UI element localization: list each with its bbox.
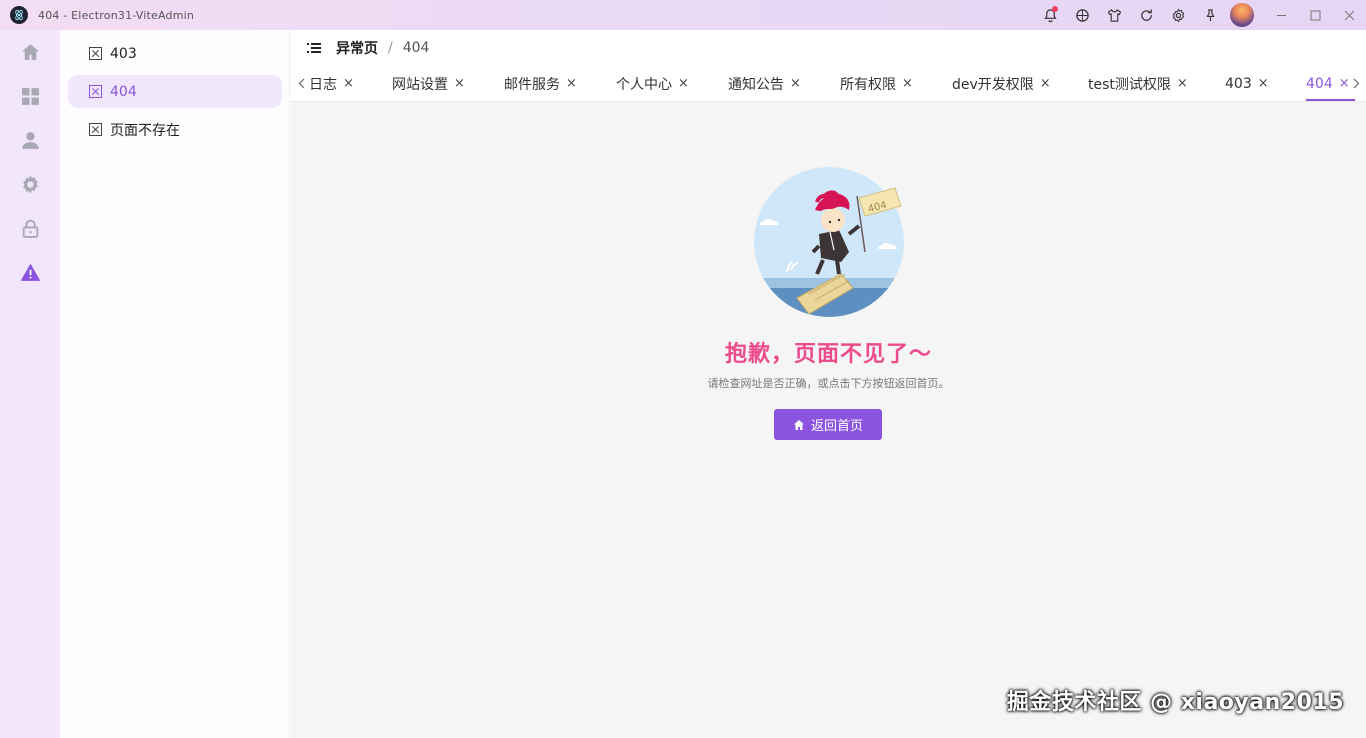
close-window-icon[interactable] xyxy=(1332,0,1366,30)
skin-shirt-icon[interactable] xyxy=(1098,0,1130,30)
notification-bell-icon[interactable] xyxy=(1034,0,1066,30)
submenu-item-page-not-found[interactable]: 页面不存在 xyxy=(68,113,282,146)
tab-label: test测试权限 xyxy=(1088,76,1171,93)
user-icon[interactable] xyxy=(0,118,60,162)
home-icon[interactable] xyxy=(0,30,60,74)
tab-test-permissions[interactable]: test测试权限 × xyxy=(1088,66,1188,101)
notification-dot xyxy=(1052,6,1058,12)
home-icon xyxy=(793,419,804,430)
tab-logs[interactable]: 日志 × xyxy=(309,66,354,101)
tab-announcements[interactable]: 通知公告 × xyxy=(728,66,801,101)
tab-mail-service[interactable]: 邮件服务 × xyxy=(504,66,577,101)
tab-close-icon[interactable]: × xyxy=(343,76,354,91)
tab-403[interactable]: 403 × xyxy=(1225,66,1269,101)
back-home-label: 返回首页 xyxy=(810,418,863,433)
tab-label: 个人中心 xyxy=(616,76,672,93)
tab-dev-permissions[interactable]: dev开发权限 × xyxy=(952,66,1051,101)
tab-label: 通知公告 xyxy=(728,76,784,93)
app-logo-icon xyxy=(10,6,28,24)
icon-rail xyxy=(0,30,60,738)
tab-profile[interactable]: 个人中心 × xyxy=(616,66,689,101)
tab-close-icon[interactable]: × xyxy=(1177,76,1188,91)
menu-fold-icon[interactable] xyxy=(307,41,321,55)
title-bar: 404 - Electron31-ViteAdmin xyxy=(0,0,1366,30)
tab-label: 所有权限 xyxy=(840,76,896,93)
warning-icon[interactable] xyxy=(0,250,60,294)
refresh-icon[interactable] xyxy=(1130,0,1162,30)
tab-label: 日志 xyxy=(309,76,337,93)
tab-close-icon[interactable]: × xyxy=(902,76,913,91)
not-found-illustration: 404 xyxy=(754,167,904,317)
breadcrumb-current: 404 xyxy=(402,40,430,56)
tab-site-settings[interactable]: 网站设置 × xyxy=(392,66,465,101)
error-description: 请检查网址是否正确，或点击下方按钮返回首页。 xyxy=(707,377,950,390)
breadcrumb-item[interactable]: 异常页 xyxy=(336,38,378,58)
watermark: 掘金技术社区 @ xiaoyan2015 xyxy=(1006,690,1344,715)
main-content: 404 抱歉，页面不见了～ 请检查网址是否正确，或点击下方按钮返回首页。 返回首… xyxy=(291,102,1366,738)
maximize-icon[interactable] xyxy=(1298,0,1332,30)
submenu-item-404[interactable]: 404 xyxy=(68,75,282,108)
tabs-scroll-left-icon[interactable] xyxy=(295,76,307,90)
window-title: 404 - Electron31-ViteAdmin xyxy=(38,8,195,22)
submenu-item-label: 403 xyxy=(110,45,137,62)
sub-menu: 403 404 页面不存在 xyxy=(60,30,290,738)
error-box-icon xyxy=(89,47,102,60)
dashboard-grid-icon[interactable] xyxy=(0,74,60,118)
minimize-icon[interactable] xyxy=(1264,0,1298,30)
settings-gear-icon[interactable] xyxy=(1162,0,1194,30)
tab-label: 网站设置 xyxy=(392,76,448,93)
tab-close-icon[interactable]: × xyxy=(1258,76,1269,91)
lock-icon[interactable] xyxy=(0,206,60,250)
pin-icon[interactable] xyxy=(1194,0,1226,30)
error-box-icon xyxy=(89,85,102,98)
settings-icon[interactable] xyxy=(0,162,60,206)
tab-label: 404 xyxy=(1306,75,1333,92)
error-title: 抱歉，页面不见了～ xyxy=(724,342,932,367)
tab-close-icon[interactable]: × xyxy=(454,76,465,91)
tab-bar: 日志 × 网站设置 × 邮件服务 × 个人中心 × 通知公告 × 所有权限 × dev开发权… xyxy=(291,66,1366,102)
tab-label: dev开发权限 xyxy=(952,76,1034,93)
tab-label: 邮件服务 xyxy=(504,76,560,93)
back-home-button[interactable]: 返回首页 xyxy=(774,409,882,440)
tab-label: 403 xyxy=(1225,75,1252,92)
error-box-icon xyxy=(89,123,102,136)
tab-close-icon[interactable]: × xyxy=(1040,76,1051,91)
top-header: 异常页 / 404 xyxy=(291,30,1366,66)
tab-close-icon[interactable]: × xyxy=(678,76,689,91)
submenu-item-label: 页面不存在 xyxy=(110,122,180,139)
tab-close-icon[interactable]: × xyxy=(790,76,801,91)
user-avatar[interactable] xyxy=(1226,0,1258,30)
breadcrumb-separator: / xyxy=(388,40,393,56)
tab-404[interactable]: 404 × xyxy=(1306,66,1355,101)
submenu-item-403[interactable]: 403 xyxy=(68,37,282,70)
tab-close-icon[interactable]: × xyxy=(566,76,577,91)
submenu-item-label: 404 xyxy=(110,83,137,100)
theme-palette-icon[interactable] xyxy=(1066,0,1098,30)
tab-close-icon[interactable]: × xyxy=(1339,76,1350,91)
tab-all-permissions[interactable]: 所有权限 × xyxy=(840,66,913,101)
tabs-scroll-right-icon[interactable] xyxy=(1350,76,1362,90)
